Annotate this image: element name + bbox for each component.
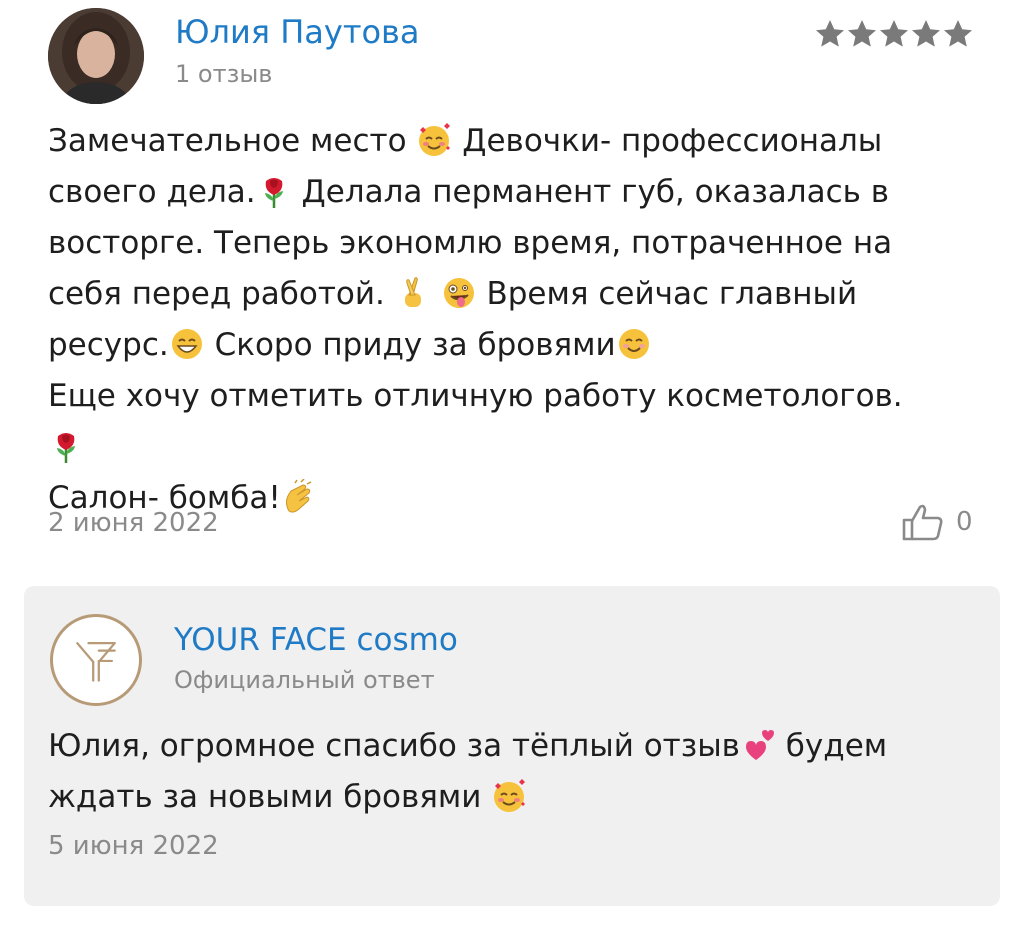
smiling-face-with-hearts-emoji — [416, 122, 452, 158]
reply-text: Юлия, огромное спасибо за тёплый отзыв б… — [48, 721, 978, 823]
reply-text-text-fragment: будем — [775, 728, 888, 764]
author-name[interactable]: Юлия Паутова — [175, 12, 420, 52]
review-text-line: ресурс. Скоро приду за бровями — [48, 320, 1008, 371]
smiling-face-with-hearts-emoji — [491, 778, 527, 814]
star-icon — [848, 20, 876, 47]
reply-text-line: ждать за новыми бровями — [48, 772, 978, 823]
reply-text-text-fragment: ждать за новыми бровями — [48, 779, 492, 815]
business-logo[interactable] — [50, 614, 142, 706]
review-text-text-fragment: Еще хочу отметить отличную работу космет… — [48, 378, 903, 414]
review-text-line: восторге. Теперь экономлю время, потраче… — [48, 218, 1008, 269]
two-hearts-emoji — [740, 727, 776, 763]
smiling-face-emoji — [616, 326, 652, 362]
avatar-photo — [48, 8, 144, 104]
review-text-text-fragment — [431, 276, 441, 312]
review-text-text-fragment: восторге. Теперь экономлю время, потраче… — [48, 225, 893, 261]
rating-stars — [814, 18, 974, 50]
star-icon — [912, 20, 940, 47]
thumbs-up-icon — [902, 504, 943, 541]
rose-emoji — [48, 428, 84, 464]
zany-face-emoji — [441, 275, 477, 311]
star-icon — [944, 20, 972, 47]
review-card: Юлия Паутова 1 отзыв Замечательное место… — [0, 0, 1024, 575]
your-face-logo-icon — [76, 642, 116, 682]
reply-date: 5 июня 2022 — [48, 831, 219, 861]
official-reply-label: Официальный ответ — [174, 666, 435, 694]
review-text-line: Замечательное место Девочки- профессиона… — [48, 116, 1008, 167]
review-text-line: своего дела. Делала перманент губ, оказа… — [48, 167, 1008, 218]
like-count: 0 — [956, 507, 973, 537]
review-text-text-fragment: себя перед работой. — [48, 276, 395, 312]
review-text-text-fragment: Девочки- профессионалы — [452, 123, 883, 159]
review-text-line: Еще хочу отметить отличную работу космет… — [48, 371, 1008, 422]
review-text-text-fragment: Замечательное место — [48, 123, 417, 159]
grinning-face-emoji — [169, 326, 205, 362]
review-text-line — [48, 422, 1008, 473]
crossed-fingers-emoji — [395, 275, 431, 311]
reply-text-line: Юлия, огромное спасибо за тёплый отзыв б… — [48, 721, 978, 772]
reply-text-text-fragment: Юлия, огромное спасибо за тёплый отзыв — [48, 728, 740, 764]
clapping-hands-emoji — [281, 479, 317, 515]
review-date: 2 июня 2022 — [48, 508, 219, 538]
review-text: Замечательное место Девочки- профессиона… — [48, 116, 1008, 524]
review-text-text-fragment: Скоро приду за бровями — [204, 327, 616, 363]
review-text-text-fragment: Делала перманент губ, оказалась в — [291, 174, 890, 210]
author-review-count: 1 отзыв — [175, 60, 273, 88]
star-icon — [816, 20, 844, 47]
like-button[interactable]: 0 — [900, 502, 973, 542]
reply-author-name[interactable]: YOUR FACE cosmo — [174, 620, 458, 660]
review-text-text-fragment: своего дела. — [48, 174, 256, 210]
star-icon — [880, 20, 908, 47]
official-reply: YOUR FACE cosmo Официальный ответ Юлия, … — [24, 586, 1000, 906]
review-text-text-fragment: ресурс. — [48, 327, 169, 363]
review-text-line: себя перед работой. Время сейчас главный — [48, 269, 1008, 320]
author-avatar[interactable] — [48, 8, 144, 104]
review-text-text-fragment: Время сейчас главный — [476, 276, 858, 312]
rose-emoji — [256, 173, 292, 209]
